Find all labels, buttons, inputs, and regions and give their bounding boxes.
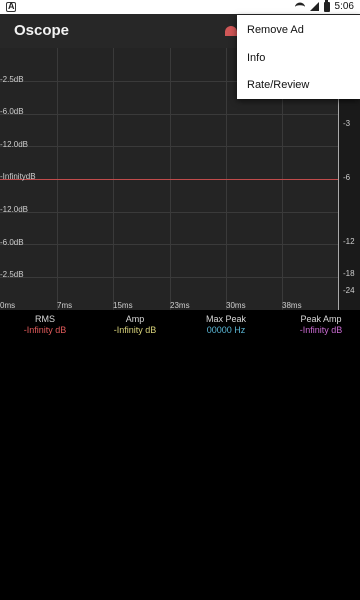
db-label: -6.0dB <box>0 107 24 116</box>
vu-label: -6 <box>343 173 351 182</box>
notification-icon <box>6 1 16 12</box>
time-label: 23ms <box>170 301 190 310</box>
time-label: 38ms <box>282 301 302 310</box>
vu-label: -3 <box>343 119 351 128</box>
vu-label: -24 <box>343 286 355 295</box>
db-label: -12.0dB <box>0 205 29 214</box>
signal-icon <box>309 2 319 11</box>
grid-hline <box>0 212 338 213</box>
menu-item-rate-review[interactable]: Rate/Review <box>247 79 309 91</box>
stat-name: Amp <box>125 314 145 324</box>
stat-value: 00000 Hz <box>206 325 246 335</box>
time-label: 30ms <box>226 301 246 310</box>
stat-peak-amp: Peak Amp -Infinity dB <box>287 314 355 335</box>
battery-icon <box>323 0 330 12</box>
db-label: -2.5dB <box>0 75 24 84</box>
status-bar: 5:06 <box>0 0 360 14</box>
cast-icon[interactable] <box>225 26 237 36</box>
time-label: 0ms <box>0 301 16 310</box>
time-label: 15ms <box>113 301 133 310</box>
overflow-menu: Remove Ad Info Rate/Review <box>237 15 360 99</box>
status-time: 5:06 <box>334 1 354 12</box>
status-right: 5:06 <box>294 0 354 12</box>
db-label: -2.5dB <box>0 270 24 279</box>
menu-item-remove-ad[interactable]: Remove Ad <box>247 24 304 36</box>
time-label: 7ms <box>57 301 73 310</box>
vu-label: -12 <box>343 237 355 246</box>
stat-name: Peak Amp <box>300 314 342 324</box>
stat-value: -Infinity dB <box>113 325 157 335</box>
stat-value: -Infinity dB <box>299 325 343 335</box>
stat-amp: Amp -Infinity dB <box>105 314 165 335</box>
menu-item-info[interactable]: Info <box>247 52 265 64</box>
db-label: -12.0dB <box>0 140 29 149</box>
db-label: -6.0dB <box>0 238 24 247</box>
signal-trace <box>0 179 338 180</box>
grid-hline <box>0 146 338 147</box>
grid-hline <box>0 114 338 115</box>
grid-hline <box>0 244 338 245</box>
stat-rms: RMS -Infinity dB <box>15 314 75 335</box>
stat-max-peak: Max Peak 00000 Hz <box>196 314 256 335</box>
stat-value: -Infinity dB <box>23 325 67 335</box>
stat-name: RMS <box>35 314 55 324</box>
stats-bar: RMS -Infinity dB Amp -Infinity dB Max Pe… <box>0 314 360 342</box>
wifi-icon <box>294 2 305 11</box>
db-label: -InfinitydB <box>0 172 36 181</box>
grid-hline <box>0 277 338 278</box>
app-title: Oscope <box>14 22 70 39</box>
stat-name: Max Peak <box>205 314 247 324</box>
vu-label: -18 <box>343 269 355 278</box>
